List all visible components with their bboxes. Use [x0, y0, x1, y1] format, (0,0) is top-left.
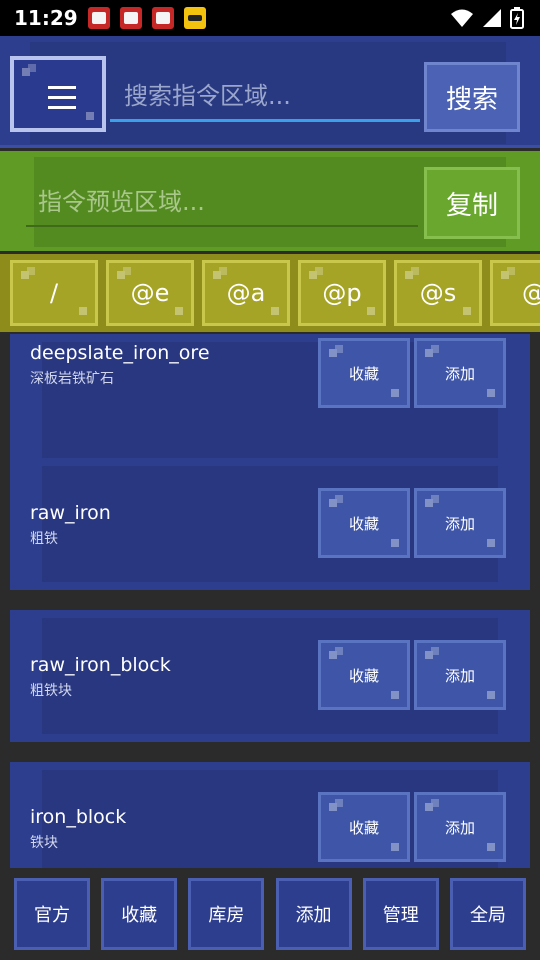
nav-favorites[interactable]: 收藏 — [101, 878, 178, 950]
status-bar: 11:29 — [0, 0, 540, 36]
search-button[interactable]: 搜索 — [424, 62, 520, 132]
favorite-button[interactable]: 收藏 — [318, 338, 410, 408]
selector-chip-more[interactable]: @ — [490, 260, 540, 326]
add-button[interactable]: 添加 — [414, 640, 506, 710]
hamburger-icon — [48, 86, 76, 116]
favorite-button[interactable]: 收藏 — [318, 488, 410, 558]
list-item: raw_iron_block 粗铁块 收藏 添加 — [10, 610, 530, 742]
signal-icon — [483, 9, 501, 27]
selector-chip-a[interactable]: @a — [202, 260, 290, 326]
list-item: deepslate_iron_ore 深板岩铁矿石 收藏 添加 — [10, 334, 530, 466]
item-id: iron_block — [30, 806, 127, 828]
status-icons — [450, 7, 524, 29]
selector-chip-s[interactable]: @s — [394, 260, 482, 326]
command-preview-input[interactable] — [26, 179, 418, 227]
item-name: 铁块 — [30, 835, 58, 851]
nav-manage[interactable]: 管理 — [362, 878, 439, 950]
item-id: raw_iron_block — [30, 654, 171, 676]
copy-button[interactable]: 复制 — [424, 167, 520, 239]
nav-official[interactable]: 官方 — [14, 878, 90, 950]
app-notification-icon — [183, 7, 206, 29]
favorite-button[interactable]: 收藏 — [318, 792, 410, 862]
battery-charging-icon — [510, 7, 524, 29]
selector-chip-e[interactable]: @e — [106, 260, 194, 326]
add-button[interactable]: 添加 — [414, 792, 506, 862]
app-notification-icon — [151, 7, 174, 29]
item-list[interactable]: deepslate_iron_ore 深板岩铁矿石 收藏 添加 raw_iron… — [0, 334, 540, 868]
selector-chip-p[interactable]: @p — [298, 260, 386, 326]
add-button[interactable]: 添加 — [414, 488, 506, 558]
nav-add[interactable]: 添加 — [275, 878, 352, 950]
list-item: iron_block 铁块 收藏 添加 — [10, 762, 530, 868]
app-notification-icon — [119, 7, 142, 29]
command-preview-area: 复制 — [0, 151, 540, 251]
status-time: 11:29 — [14, 6, 78, 30]
item-name: 粗铁 — [30, 531, 58, 547]
favorite-button[interactable]: 收藏 — [318, 640, 410, 710]
nav-global[interactable]: 全局 — [449, 878, 526, 950]
add-button[interactable]: 添加 — [414, 338, 506, 408]
nav-storage[interactable]: 库房 — [188, 878, 265, 950]
item-name: 深板岩铁矿石 — [30, 371, 114, 387]
bottom-nav: 官方 收藏 库房 添加 管理 全局 — [0, 868, 540, 960]
item-id: deepslate_iron_ore — [30, 342, 210, 364]
app-notification-icon — [87, 7, 110, 29]
item-name: 粗铁块 — [30, 683, 72, 699]
search-input[interactable] — [110, 72, 420, 122]
list-item: raw_iron 粗铁 收藏 添加 — [10, 458, 530, 590]
wifi-icon — [451, 9, 473, 27]
menu-button[interactable] — [10, 56, 106, 132]
item-id: raw_iron — [30, 502, 111, 524]
selector-bar: / @e @a @p @s @ — [0, 254, 540, 332]
selector-chip-slash[interactable]: / — [10, 260, 98, 326]
search-area: 搜索 — [0, 36, 540, 148]
